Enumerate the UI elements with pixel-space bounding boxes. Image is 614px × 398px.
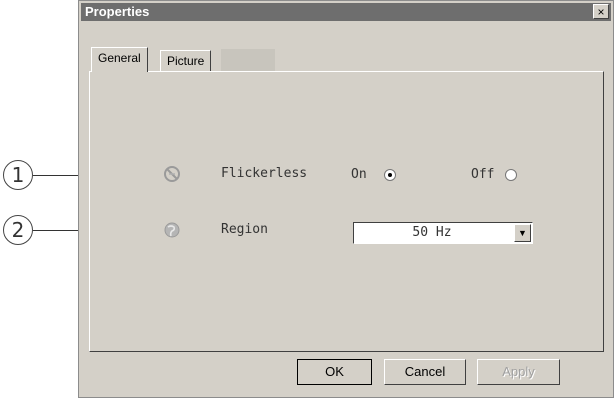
ok-button[interactable]: OK: [297, 359, 372, 385]
flicker-off-label: Off: [471, 167, 495, 182]
region-label: Region: [221, 222, 268, 237]
tab-strip-gap: [221, 49, 275, 71]
window-title: Properties: [85, 4, 150, 19]
globe-icon: [162, 221, 182, 241]
region-select-value: 50 Hz: [412, 225, 452, 240]
flicker-off-radio[interactable]: [505, 169, 517, 181]
title-bar[interactable]: Properties ×: [81, 3, 611, 21]
properties-dialog: Properties × General Picture Flickerless…: [78, 0, 614, 398]
tab-general[interactable]: General: [91, 47, 148, 72]
close-button[interactable]: ×: [593, 4, 609, 19]
tab-picture[interactable]: Picture: [160, 50, 212, 72]
flicker-on-label: On: [351, 167, 367, 182]
flicker-icon: [162, 165, 182, 185]
apply-button[interactable]: Apply: [477, 359, 560, 385]
callout-2: 2: [3, 215, 33, 245]
general-panel: Flickerless On Off Region 50 Hz ▼: [89, 71, 604, 352]
chevron-down-icon[interactable]: ▼: [514, 224, 531, 242]
callout-1: 1: [3, 160, 33, 190]
cancel-button[interactable]: Cancel: [384, 359, 466, 385]
flicker-on-radio[interactable]: [384, 169, 396, 181]
region-select[interactable]: 50 Hz ▼: [353, 222, 533, 244]
flickerless-label: Flickerless: [221, 166, 308, 181]
